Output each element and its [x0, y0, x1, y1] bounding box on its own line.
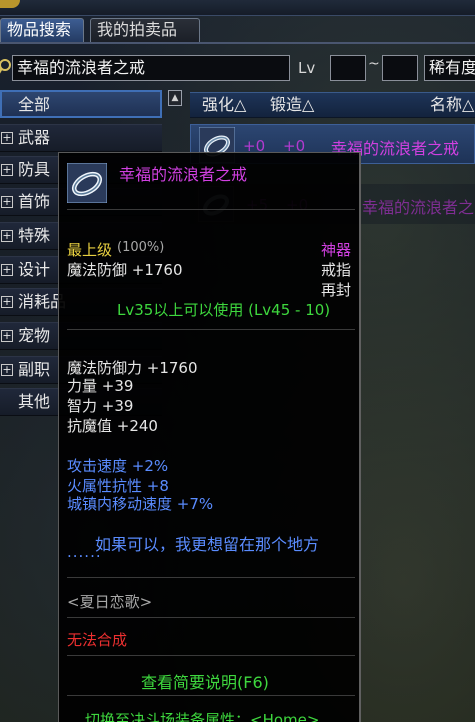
item-stat: 力量 +39 — [67, 377, 134, 395]
category-all[interactable]: 全部 — [0, 90, 162, 118]
level-max-input[interactable] — [382, 55, 418, 81]
tab-divider — [0, 42, 475, 44]
search-bar: 幸福的流浪者之戒 Lv ~ 稀有度 — [0, 55, 475, 83]
details-hint: 查看简要说明(F6) — [141, 673, 269, 692]
expand-icon[interactable]: + — [1, 296, 13, 308]
level-requirement: Lv35以上可以使用 (Lv45 - 10) — [117, 301, 331, 319]
category-label: 防具 — [18, 160, 51, 179]
expand-icon[interactable]: + — [1, 230, 13, 242]
tooltip-divider — [67, 329, 355, 330]
expand-icon[interactable]: + — [1, 164, 13, 176]
category-weapons[interactable]: + 武器 — [0, 124, 162, 152]
tooltip-title: 幸福的流浪者之戒 — [119, 165, 248, 184]
level-min-input[interactable] — [330, 55, 366, 81]
item-type: 戒指 — [321, 261, 352, 279]
item-effect: 城镇内移动速度 +7% — [67, 495, 214, 513]
column-forge[interactable]: 锻造△ — [270, 93, 314, 117]
expand-icon[interactable]: + — [1, 330, 13, 342]
level-label: Lv — [298, 59, 316, 77]
item-stat: 抗魔值 +240 — [67, 417, 158, 435]
tab-my-auctions[interactable]: 我的拍卖品 — [90, 18, 200, 42]
arrow-up-icon[interactable]: ▲ — [168, 90, 182, 106]
results-header: 强化△ 锻造△ 名称△ — [190, 92, 475, 118]
expand-icon[interactable]: + — [1, 364, 13, 376]
expand-icon[interactable]: + — [1, 264, 13, 276]
switch-hint: 切换至决斗场装备属性：<Home> — [85, 711, 320, 722]
item-grade: 最上级 — [67, 241, 113, 259]
category-label: 特殊 — [18, 226, 51, 245]
search-input[interactable]: 幸福的流浪者之戒 — [12, 55, 290, 81]
item-grade-percent: (100%) — [117, 240, 165, 255]
level-range-separator: ~ — [368, 56, 380, 72]
item-stat: 智力 +39 — [67, 397, 134, 415]
tooltip-divider — [67, 695, 355, 696]
tab-item-search[interactable]: 物品搜索 — [0, 18, 84, 42]
item-effect: 攻击速度 +2% — [67, 457, 169, 475]
column-name[interactable]: 名称△ — [430, 93, 474, 117]
flavor-ellipsis: ...... — [67, 543, 102, 561]
expand-icon[interactable]: + — [1, 196, 13, 208]
tooltip-divider — [67, 617, 355, 618]
window-top-strip — [0, 0, 475, 16]
window-ornament — [0, 0, 20, 8]
rarity-dropdown[interactable]: 稀有度 — [424, 55, 475, 81]
item-rarity: 神器 — [321, 241, 352, 259]
category-label: 武器 — [18, 128, 51, 147]
item-seal-status: 再封 — [321, 281, 352, 299]
ring-item-icon — [66, 162, 108, 204]
no-craft-notice: 无法合成 — [67, 631, 128, 649]
tooltip-divider — [67, 577, 355, 578]
result-name: 幸福的流浪者之戒 — [362, 198, 475, 217]
tooltip-divider — [67, 209, 355, 210]
category-label: 宠物 — [18, 326, 51, 345]
category-label: 全部 — [18, 95, 51, 114]
item-base-stat: 魔法防御 +1760 — [67, 261, 183, 279]
category-label: 其他 — [18, 392, 51, 411]
category-label: 首饰 — [18, 192, 51, 211]
column-enhance[interactable]: 强化△ — [202, 93, 246, 117]
category-label: 设计 — [18, 260, 51, 279]
category-label: 副职 — [18, 360, 51, 379]
tooltip-divider — [67, 655, 355, 656]
item-set-name: <夏日恋歌> — [67, 593, 153, 611]
item-tooltip: 幸福的流浪者之戒 最上级 (100%) 神器 魔法防御 +1760 戒指 再封 … — [58, 152, 361, 722]
expand-icon[interactable]: + — [1, 132, 13, 144]
item-flavor-text: 如果可以，我更想留在那个地方 — [95, 535, 320, 554]
